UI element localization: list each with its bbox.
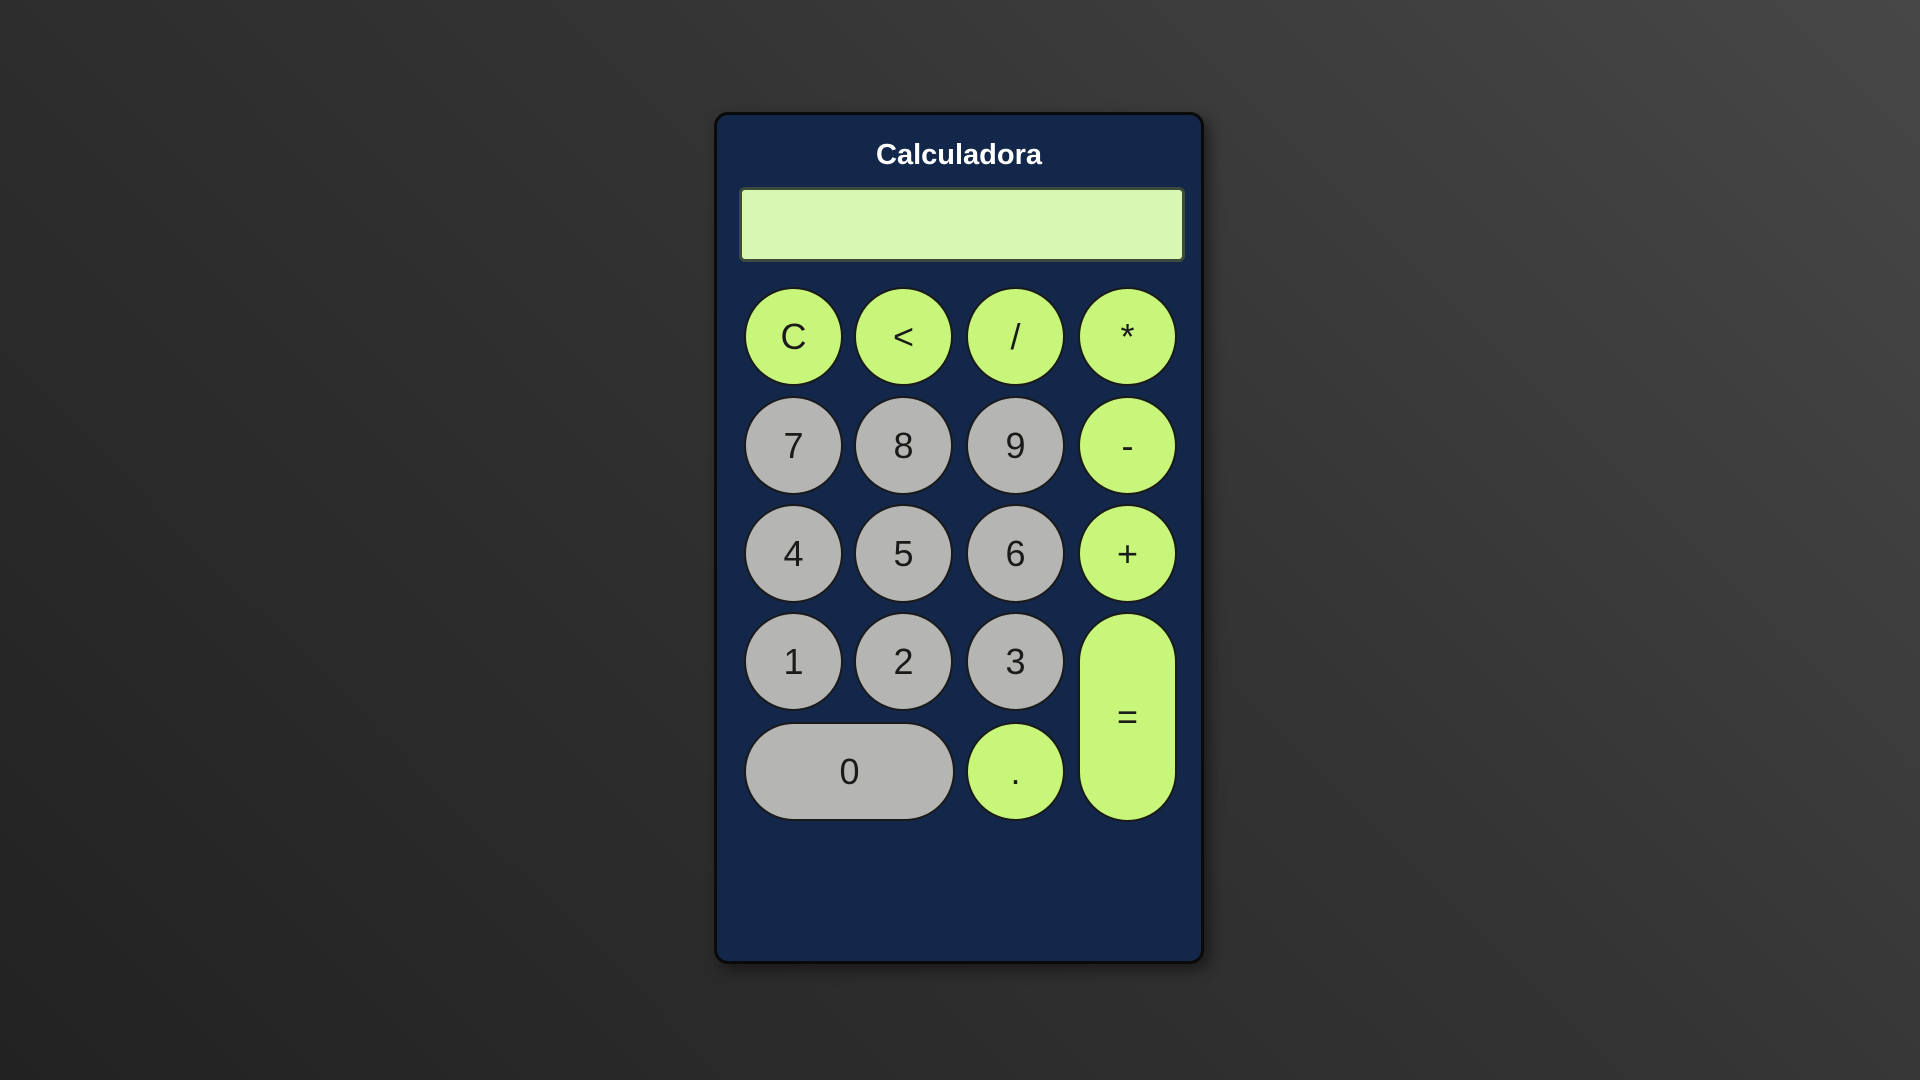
add-button[interactable]: + [1078,504,1177,603]
multiply-button[interactable]: * [1078,287,1177,386]
digit-8-button[interactable]: 8 [854,396,953,495]
digit-7-button[interactable]: 7 [744,396,843,495]
subtract-button[interactable]: - [1078,396,1177,495]
app-title: Calculadora [876,139,1042,171]
divide-button[interactable]: / [966,287,1065,386]
digit-3-button[interactable]: 3 [966,612,1065,711]
digit-0-button[interactable]: 0 [744,722,955,821]
digit-4-button[interactable]: 4 [744,504,843,603]
equals-button[interactable]: = [1078,612,1177,822]
calculator-panel: Calculadora C < / * 7 8 9 - 4 5 6 + 1 2 … [714,112,1204,964]
decimal-button[interactable]: . [966,722,1065,821]
digit-6-button[interactable]: 6 [966,504,1065,603]
backspace-button[interactable]: < [854,287,953,386]
digit-1-button[interactable]: 1 [744,612,843,711]
clear-button[interactable]: C [744,287,843,386]
digit-9-button[interactable]: 9 [966,396,1065,495]
calculator-display[interactable] [739,187,1185,262]
digit-2-button[interactable]: 2 [854,612,953,711]
digit-5-button[interactable]: 5 [854,504,953,603]
